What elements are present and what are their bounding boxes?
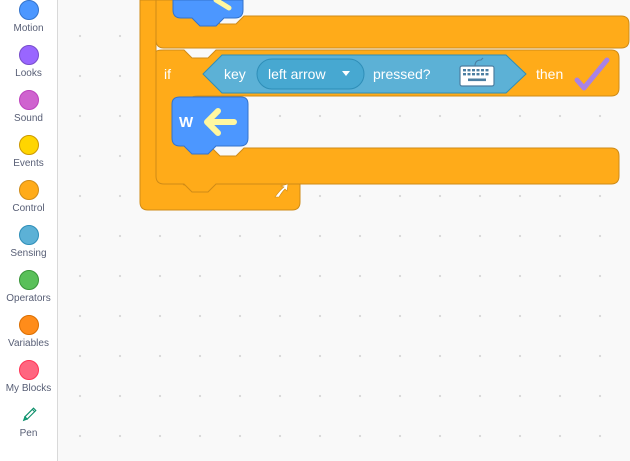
category-looks[interactable]: Looks: [0, 45, 57, 90]
looks-color-dot: [18, 45, 39, 65]
pen-icon: [22, 407, 37, 422]
category-sound[interactable]: Sound: [0, 90, 57, 135]
category-label: Looks: [15, 68, 42, 79]
category-label: Sensing: [10, 248, 47, 259]
category-operators[interactable]: Operators: [0, 270, 57, 315]
category-motion[interactable]: Motion: [0, 0, 57, 45]
category-label: Sound: [14, 113, 43, 124]
code-workspace[interactable]: if key left arrow pressed? then W: [58, 0, 630, 461]
motion-color-dot: [18, 0, 39, 20]
category-sensing[interactable]: Sensing: [0, 225, 57, 270]
category-pen[interactable]: Pen: [0, 405, 57, 450]
sensing-key-label: key: [224, 66, 246, 82]
category-my-blocks[interactable]: My Blocks: [0, 360, 57, 405]
category-label: Variables: [8, 338, 49, 349]
variables-color-dot: [18, 315, 39, 335]
key-dropdown-value[interactable]: left arrow: [268, 66, 326, 82]
category-label: My Blocks: [5, 383, 52, 394]
category-events[interactable]: Events: [0, 135, 57, 180]
if-keyword: if: [164, 66, 171, 82]
category-sidebar: Motion Looks Sound Events Control Sensin…: [0, 0, 58, 461]
operators-color-dot: [18, 270, 39, 290]
category-label: Events: [13, 158, 44, 169]
category-control[interactable]: Control: [0, 180, 57, 225]
category-label: Pen: [19, 428, 38, 439]
sensing-pressed-label: pressed?: [373, 66, 431, 82]
then-keyword: then: [536, 66, 564, 82]
my-blocks-color-dot: [18, 360, 39, 380]
category-label: Control: [12, 203, 45, 214]
category-label: Motion: [13, 23, 44, 34]
sensing-color-dot: [18, 225, 39, 245]
events-color-dot: [18, 135, 39, 155]
category-variables[interactable]: Variables: [0, 315, 57, 360]
sound-color-dot: [18, 90, 39, 110]
w-block-label: W: [179, 114, 194, 131]
category-label: Operators: [6, 293, 51, 304]
control-color-dot: [18, 180, 39, 200]
